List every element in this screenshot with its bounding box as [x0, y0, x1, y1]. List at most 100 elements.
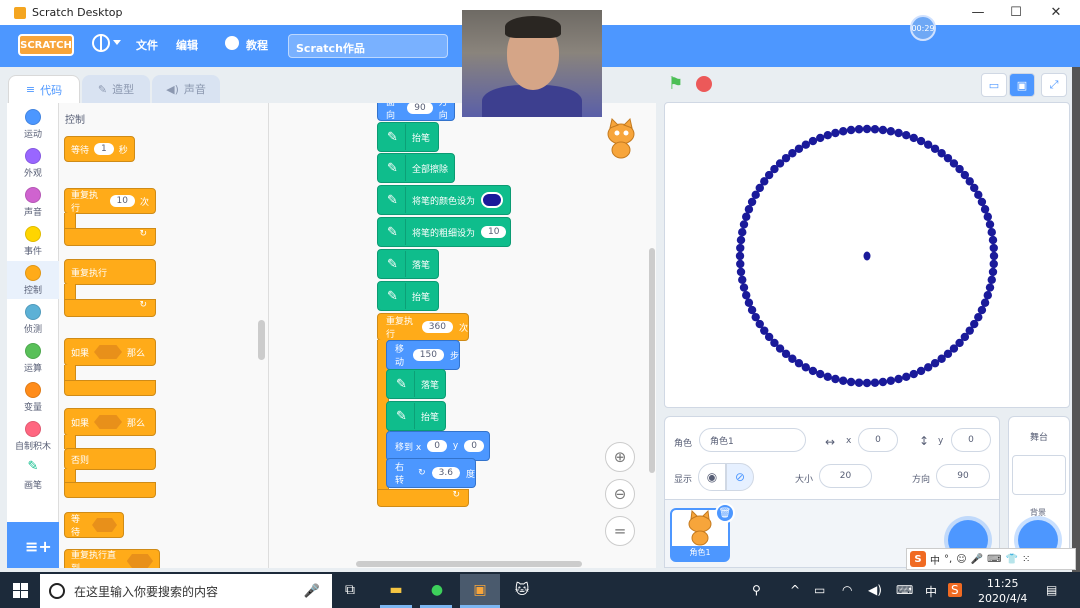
tab-costumes[interactable]: ✎ 造型: [82, 75, 150, 103]
palette-block-if-else[interactable]: 如果 那么: [64, 408, 156, 436]
notification-icon[interactable]: ▤: [1046, 583, 1057, 597]
zoom-out-icon: ⊖: [613, 485, 627, 503]
category-motion[interactable]: 运动: [7, 109, 59, 140]
taskbar-search[interactable]: 在这里输入你要搜索的内容 🎤: [40, 574, 332, 608]
palette-block-wait[interactable]: 等待 1 秒: [64, 136, 135, 162]
show-sprite-button[interactable]: ◉: [698, 463, 726, 491]
category-my-blocks[interactable]: 自制积木: [7, 421, 59, 452]
sprite-x-input[interactable]: 0: [858, 428, 898, 452]
stop-button[interactable]: [696, 76, 712, 92]
file-explorer-icon[interactable]: ▬: [384, 578, 408, 602]
grid-icon[interactable]: ⁙: [1022, 554, 1030, 565]
keyboard-icon[interactable]: ⌨: [987, 554, 1001, 565]
punctuation-icon[interactable]: °,: [944, 554, 952, 565]
category-sound[interactable]: 声音: [7, 187, 59, 218]
ime-toolbar[interactable]: S 中 °, ☺ 🎤 ⌨ 👕 ⁙: [906, 548, 1076, 570]
task-view-icon[interactable]: ⧉: [338, 578, 362, 602]
sogou-tray-icon[interactable]: S: [948, 583, 962, 597]
sprite-size-input[interactable]: 20: [819, 464, 872, 488]
category-control[interactable]: 控制: [7, 261, 59, 299]
add-extension-button[interactable]: ≡+: [7, 522, 59, 568]
wifi-icon[interactable]: ◠: [842, 583, 852, 597]
tab-sounds[interactable]: ◀) 声音: [152, 75, 220, 103]
people-icon[interactable]: ⚲: [752, 583, 761, 597]
category-looks[interactable]: 外观: [7, 148, 59, 179]
fullscreen-button[interactable]: ⤢: [1041, 73, 1067, 97]
pen-icon: ✎: [380, 187, 406, 213]
script-block-pen-up[interactable]: ✎ 抬笔: [377, 122, 439, 152]
palette-block-repeat[interactable]: 重复执行 10 次: [64, 188, 156, 214]
sprite-dot[interactable]: [863, 251, 871, 261]
wechat-icon[interactable]: ●: [425, 578, 449, 602]
palette-block-if-then[interactable]: 如果 那么: [64, 338, 156, 366]
turn-degrees-input[interactable]: 3.6: [430, 466, 461, 480]
sprite-name-input[interactable]: 角色1: [699, 428, 806, 452]
battery-icon[interactable]: ▭: [814, 583, 825, 597]
minimize-button[interactable]: —: [958, 0, 998, 25]
sprite-y-input[interactable]: 0: [951, 428, 991, 452]
script-block-repeat[interactable]: 重复执行 360 次: [377, 313, 469, 341]
microphone-icon[interactable]: 🎤: [971, 554, 983, 565]
keyboard-icon[interactable]: ⌨: [896, 583, 913, 597]
taskbar-ime-mode[interactable]: 中: [925, 583, 937, 600]
script-block-point-direction[interactable]: 面向 90 方向: [377, 103, 455, 121]
taskbar-clock[interactable]: 11:25 2020/4/4: [978, 576, 1027, 606]
menu-edit[interactable]: 编辑: [176, 37, 198, 53]
palette-block-wait-until[interactable]: 等待: [64, 512, 124, 538]
category-pen[interactable]: ✎ 画笔: [7, 460, 59, 492]
script-block-pen-down[interactable]: ✎ 落笔: [386, 369, 446, 399]
palette-block-repeat-until[interactable]: 重复执行直到: [64, 549, 160, 568]
category-events[interactable]: 事件: [7, 226, 59, 257]
script-block-set-pen-size[interactable]: ✎ 将笔的粗细设为 10: [377, 217, 511, 247]
skin-icon[interactable]: 👕: [1006, 554, 1018, 565]
delete-sprite-button[interactable]: 🗑: [715, 503, 735, 523]
language-globe-icon[interactable]: [92, 34, 110, 52]
category-operators[interactable]: 运算: [7, 343, 59, 374]
chevron-down-icon: [113, 40, 121, 45]
script-block-set-pen-color[interactable]: ✎ 将笔的颜色设为: [377, 185, 511, 215]
category-sensing[interactable]: 侦测: [7, 304, 59, 335]
zoom-out-button[interactable]: ⊖: [605, 479, 635, 509]
scratch-logo[interactable]: SCRATCH: [18, 34, 74, 56]
menu-tutorials[interactable]: 教程: [246, 37, 268, 53]
zoom-in-button[interactable]: ⊕: [605, 442, 635, 472]
stage-thumbnail[interactable]: [1012, 455, 1066, 495]
script-block-move[interactable]: 移动 150 步: [386, 340, 460, 370]
tab-code[interactable]: ≡ 代码: [8, 75, 80, 103]
script-horizontal-scrollbar[interactable]: [356, 561, 582, 567]
zoom-reset-button[interactable]: =: [605, 516, 635, 546]
menu-file[interactable]: 文件: [136, 37, 158, 53]
windows-start-icon[interactable]: [13, 583, 28, 598]
script-vertical-scrollbar[interactable]: [649, 248, 655, 473]
sprite-direction-input[interactable]: 90: [936, 464, 990, 488]
ime-mode[interactable]: 中: [930, 552, 940, 567]
pen-dot: [846, 125, 856, 135]
project-title-input[interactable]: Scratch作品: [288, 34, 448, 58]
volume-icon[interactable]: ◀): [868, 583, 882, 597]
script-block-turn-right[interactable]: 右转 ↻ 3.6 度: [386, 458, 476, 488]
small-stage-button[interactable]: ▭: [981, 73, 1007, 97]
script-area[interactable]: 面向 90 方向 ✎ 抬笔 ✎ 全部擦除 ✎ 将笔的颜色设为 ✎ 将笔的粗细设为 10 ✎ 落笔…: [269, 103, 656, 568]
script-block-pen-down[interactable]: ✎ 落笔: [377, 249, 439, 279]
cat-app-icon[interactable]: 🐱: [510, 578, 534, 602]
rotate-right-icon: ↻: [418, 468, 426, 478]
pen-color-swatch[interactable]: [481, 192, 504, 208]
script-block-pen-up[interactable]: ✎ 抬笔: [377, 281, 439, 311]
scratch-taskbar-icon[interactable]: ▣: [468, 578, 492, 602]
palette-block-forever[interactable]: 重复执行: [64, 259, 156, 285]
emoji-icon[interactable]: ☺: [956, 554, 966, 565]
script-block-go-to-xy[interactable]: 移到 x0y0: [386, 431, 490, 461]
microphone-icon[interactable]: 🎤: [304, 584, 320, 599]
category-variables[interactable]: 变量: [7, 382, 59, 413]
close-button[interactable]: ✕: [1036, 0, 1076, 25]
pen-dot: [747, 305, 757, 315]
script-block-pen-up[interactable]: ✎ 抬笔: [386, 401, 446, 431]
stage-canvas[interactable]: [664, 102, 1070, 408]
palette-scrollbar[interactable]: [258, 320, 265, 360]
chevron-up-icon[interactable]: ^: [790, 583, 800, 597]
hide-sprite-button[interactable]: ⊘: [726, 463, 754, 491]
maximize-button[interactable]: ☐: [996, 0, 1036, 25]
normal-stage-button[interactable]: ▣: [1009, 73, 1035, 97]
green-flag-icon[interactable]: ⚑: [668, 74, 686, 94]
script-block-erase-all[interactable]: ✎ 全部擦除: [377, 153, 455, 183]
